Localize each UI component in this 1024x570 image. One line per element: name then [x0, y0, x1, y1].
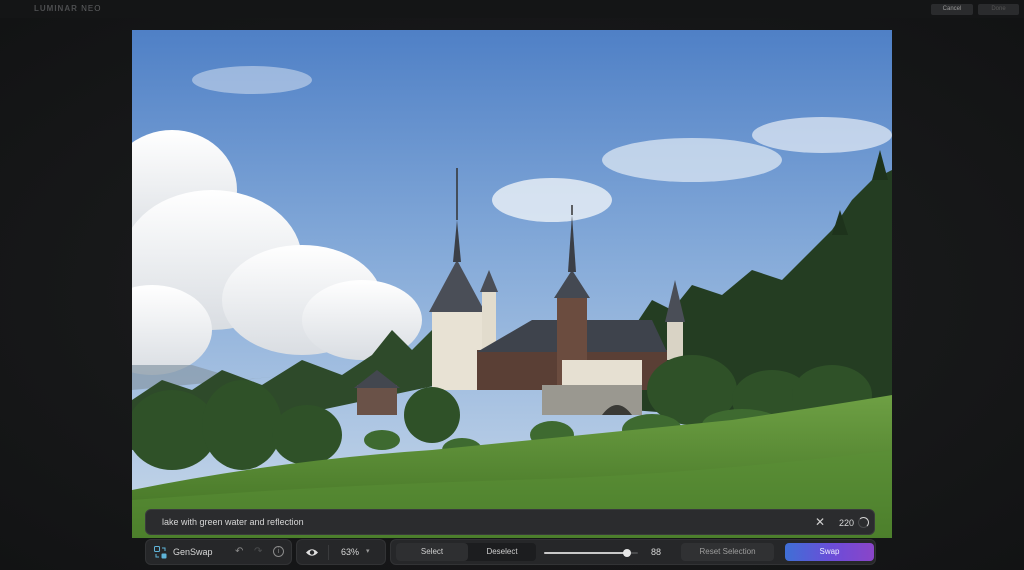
info-icon[interactable]: i	[273, 546, 284, 557]
selection-mode-toggle: Select Deselect	[396, 543, 536, 561]
photo-canvas[interactable]	[132, 30, 892, 538]
title-bar: LUMINAR NEO Cancel Done	[0, 0, 1024, 18]
app-logo: LUMINAR NEO	[34, 4, 102, 13]
divider	[328, 545, 329, 560]
prompt-char-count: 220	[839, 518, 855, 528]
undo-icon[interactable]: ↶	[235, 546, 247, 558]
select-button[interactable]: Select	[396, 543, 468, 561]
slider-thumb[interactable]	[622, 549, 631, 557]
slider-fill	[544, 552, 627, 554]
selection-group: Select Deselect 88 Reset Selection Swap	[390, 539, 876, 565]
chevron-down-icon[interactable]: ▾	[366, 547, 370, 555]
view-group: 63% ▾	[296, 539, 386, 565]
swap-button[interactable]: Swap	[785, 543, 874, 561]
tool-name: GenSwap	[173, 547, 213, 557]
done-button[interactable]: Done	[978, 4, 1019, 15]
zoom-dropdown[interactable]: 63%	[341, 547, 359, 557]
reset-selection-button[interactable]: Reset Selection	[681, 543, 774, 561]
eye-icon[interactable]	[305, 547, 319, 558]
brush-size-value: 88	[651, 547, 662, 557]
redo-icon[interactable]: ↷	[254, 546, 266, 558]
cancel-button[interactable]: Cancel	[931, 4, 973, 15]
tool-group: GenSwap ↶ ↷ i	[145, 539, 292, 565]
deselect-button[interactable]: Deselect	[468, 543, 536, 561]
brush-size-slider[interactable]	[544, 549, 638, 557]
spinner-icon	[858, 517, 869, 528]
genswap-icon	[154, 546, 167, 559]
prompt-bar[interactable]: lake with green water and reflection ✕ 2…	[145, 509, 875, 535]
castle-photo	[132, 30, 892, 538]
close-icon[interactable]: ✕	[812, 514, 828, 530]
prompt-input[interactable]: lake with green water and reflection	[162, 517, 304, 527]
